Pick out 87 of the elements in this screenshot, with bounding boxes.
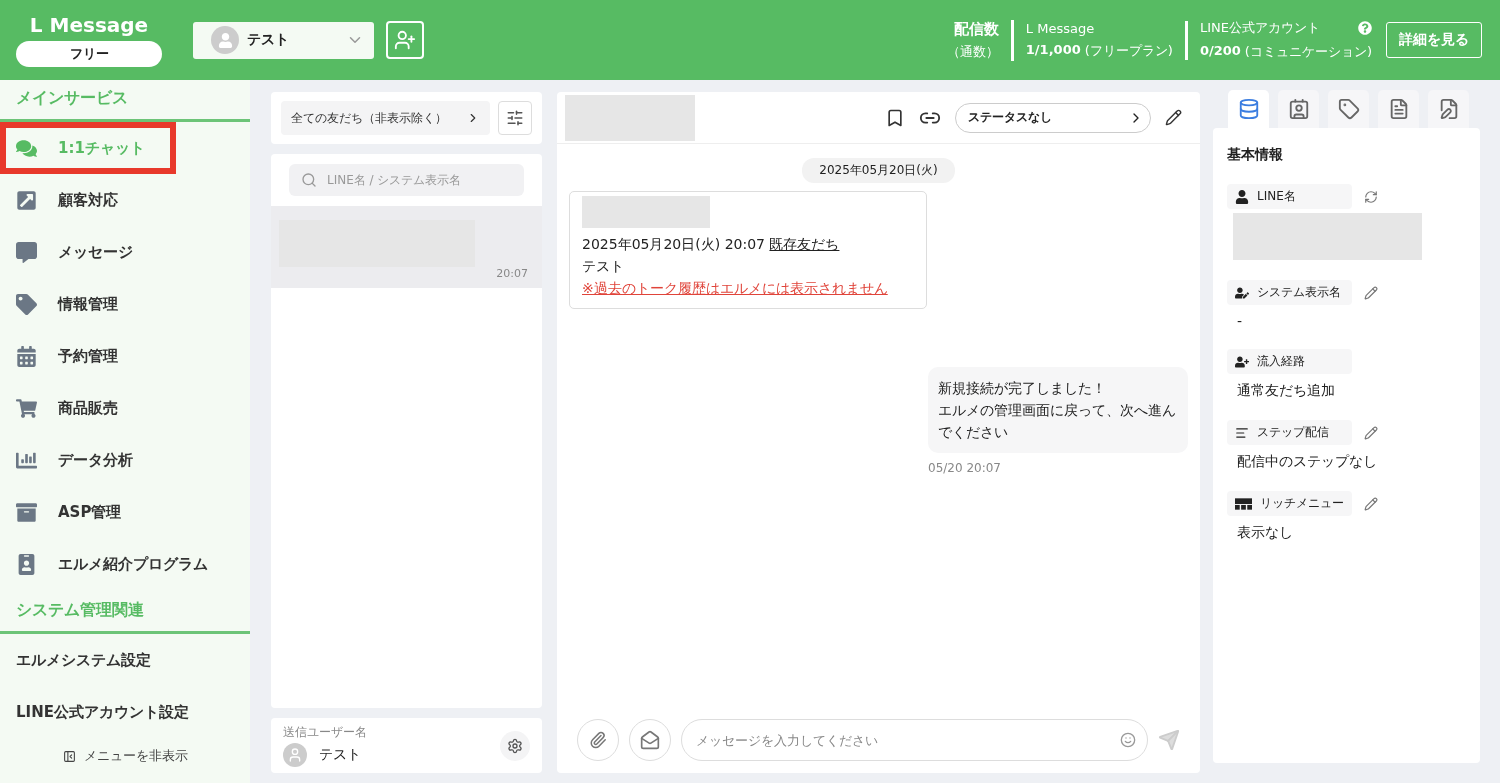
menu-item[interactable]: ASP管理 xyxy=(0,486,250,538)
stat-title: LINE公式アカウント xyxy=(1199,19,1320,37)
history-warning-link[interactable]: ※過去のトーク履歴はエルメには表示されません xyxy=(582,280,914,298)
field-value: 通常友だち追加 xyxy=(1236,381,1336,400)
envelope-icon xyxy=(640,730,660,750)
message-icon xyxy=(16,241,37,263)
menu-item[interactable]: 予約管理 xyxy=(0,330,250,382)
bookmark-icon[interactable] xyxy=(885,107,905,128)
field-value: 配信中のステップなし xyxy=(1236,452,1378,471)
avatar-icon xyxy=(283,743,307,767)
field-label: システム表示名 xyxy=(1227,280,1352,305)
database-icon xyxy=(1237,98,1260,120)
menu-item[interactable]: データ分析 xyxy=(0,434,250,486)
filter-settings-button[interactable] xyxy=(498,101,532,135)
add-user-button[interactable] xyxy=(386,21,424,59)
date-pill: 2025年05月20日(火) xyxy=(802,158,955,183)
section-heading: メインサービス xyxy=(0,88,250,122)
paperclip-icon xyxy=(589,731,607,749)
collapse-icon xyxy=(62,749,76,763)
menu-item[interactable]: エルメシステム設定 xyxy=(0,634,250,686)
emoji-icon[interactable] xyxy=(1120,732,1136,748)
row-time: 20:07 xyxy=(496,267,528,280)
stat-value: 0/200 xyxy=(1199,43,1241,60)
friend-filter[interactable]: 全ての友だち（非表示除く） xyxy=(281,101,490,135)
event-time: 2025年05月20日(火) 20:07 xyxy=(582,236,765,252)
hide-menu-link[interactable]: メニューを非表示 xyxy=(0,747,250,783)
menu-item[interactable]: 顧客対応 xyxy=(0,174,250,226)
field-label: LINE名 xyxy=(1227,184,1352,209)
menu-item[interactable]: LINE公式アカウント設定 xyxy=(0,686,250,738)
help-icon[interactable] xyxy=(1358,21,1372,35)
refresh-icon[interactable] xyxy=(1364,189,1378,204)
sender-name: テスト xyxy=(319,746,361,764)
menu-grid-icon xyxy=(1235,497,1252,510)
user-edit-icon xyxy=(1235,285,1249,300)
search-icon xyxy=(301,172,317,188)
attach-button[interactable] xyxy=(577,719,619,761)
search-field[interactable]: LINE名 / システム表示名 xyxy=(289,164,524,196)
stats-sublabel: （通数） xyxy=(946,42,999,61)
tag-icon xyxy=(1337,98,1360,120)
section-heading: システム管理関連 xyxy=(0,600,250,634)
logo: L Message xyxy=(29,13,149,37)
info-tab[interactable] xyxy=(1278,90,1319,128)
sliders-icon xyxy=(506,109,524,127)
cart-icon xyxy=(16,397,37,419)
menu-item[interactable]: エルメ紹介プログラム xyxy=(0,538,250,590)
sender-label: 送信ユーザー名 xyxy=(283,724,367,741)
stat-value: 1/1,000 xyxy=(1025,41,1081,59)
status-select[interactable]: ステータスなし xyxy=(955,102,1151,133)
info-tab[interactable] xyxy=(1428,90,1469,128)
panel-title: 基本情報 xyxy=(1227,146,1284,164)
chat-bubbles-icon xyxy=(16,137,37,159)
id-badge-icon xyxy=(16,553,37,575)
envelope-button[interactable] xyxy=(629,719,671,761)
edit-icon[interactable] xyxy=(1165,109,1182,126)
menu-item[interactable]: 情報管理 xyxy=(0,278,250,330)
info-tab[interactable] xyxy=(1228,90,1269,128)
user-plus-icon xyxy=(394,29,416,51)
message-time: 05/20 20:07 xyxy=(928,461,1002,475)
archive-icon xyxy=(16,501,37,523)
avatar-icon xyxy=(211,26,239,54)
info-tab[interactable] xyxy=(1378,90,1419,128)
field-value: - xyxy=(1236,312,1244,329)
field-value: 表示なし xyxy=(1236,523,1294,542)
message-bubble: 新規接続が完了しました！ エルメの管理画面に戻って、次へ進んでください xyxy=(928,367,1188,453)
friend-status-link[interactable]: 既存友だち xyxy=(769,236,840,252)
settings-icon xyxy=(507,737,523,754)
message-input[interactable]: メッセージを入力してください xyxy=(681,719,1148,761)
menu-item[interactable]: 商品販売 xyxy=(0,382,250,434)
calendar-icon xyxy=(16,345,37,367)
account-select[interactable]: テスト xyxy=(193,21,374,59)
plan-badge: フリー xyxy=(16,41,162,67)
contact-book-icon xyxy=(1287,98,1310,120)
settings-button[interactable] xyxy=(500,730,530,761)
menu-item[interactable]: メッセージ xyxy=(0,226,250,278)
user-plus-icon xyxy=(1235,354,1249,369)
lines-icon xyxy=(1235,425,1249,440)
field-label: 流入経路 xyxy=(1227,349,1352,374)
tag-icon xyxy=(16,293,37,315)
stat-note: (フリープラン) xyxy=(1084,41,1173,60)
user-icon xyxy=(1235,189,1249,204)
friend-name: テスト xyxy=(582,258,625,276)
stat-note: (コミュニケーション) xyxy=(1244,43,1372,61)
stat-title: L Message xyxy=(1025,20,1095,36)
field-label: ステップ配信 xyxy=(1227,420,1352,445)
info-tab[interactable] xyxy=(1328,90,1369,128)
field-label: リッチメニュー xyxy=(1227,491,1352,516)
stats-label: 配信数 xyxy=(952,19,999,39)
